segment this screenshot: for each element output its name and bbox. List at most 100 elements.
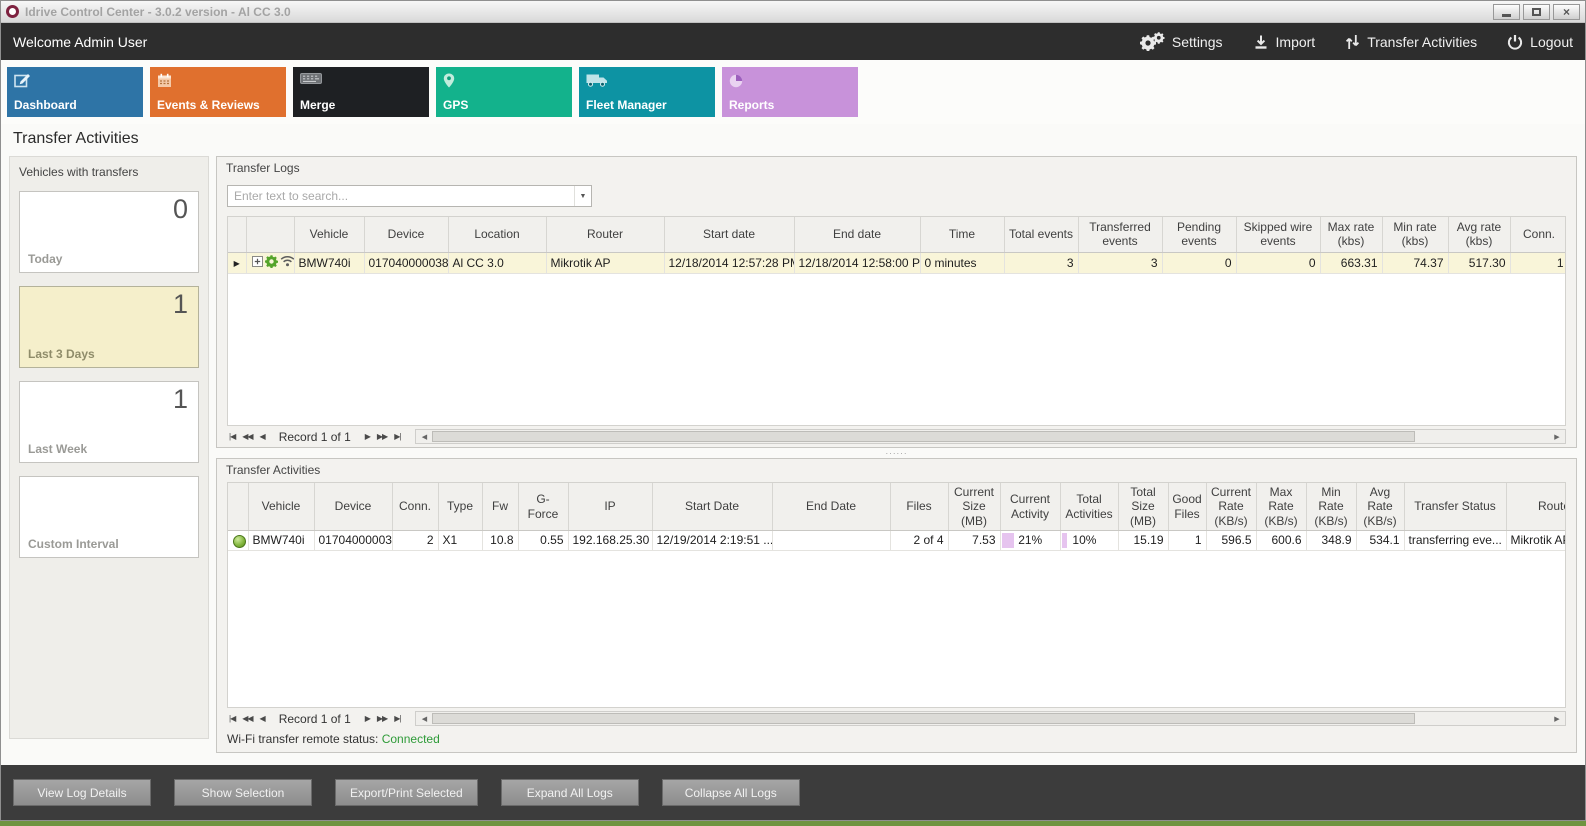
column-header-device[interactable]: Device [364,217,448,252]
close-button[interactable]: × [1553,4,1580,20]
progress-text: 21% [1018,533,1042,547]
row-icons[interactable] [246,252,294,273]
column-header-good-files[interactable]: Good Files [1168,483,1206,531]
nav-tile-gps[interactable]: GPS [436,67,572,117]
scroll-left-icon[interactable]: ◀ [416,433,432,441]
first-page-button[interactable]: |◀ [227,432,237,441]
search-combo[interactable]: ▼ [227,185,592,207]
scrollbar-track[interactable] [432,712,1549,725]
next-page-button[interactable]: ▶▶ [375,432,389,441]
row-expander[interactable]: ▶ [228,252,246,273]
transfer-activities-grid: VehicleDeviceConn.TypeFwG-ForceIPStart D… [227,482,1566,708]
last-page-button[interactable]: ▶| [392,714,402,723]
import-button[interactable]: Import [1253,34,1316,50]
column-header-files[interactable]: Files [890,483,948,531]
scroll-left-icon[interactable]: ◀ [416,715,432,723]
column-header-transfer-status[interactable]: Transfer Status [1404,483,1506,531]
column-header-end-date[interactable]: End date [794,217,920,252]
column-header-router[interactable]: Router [1506,483,1566,531]
cell-device: 017040000038 [314,531,392,550]
column-header-vehicle[interactable]: Vehicle [248,483,314,531]
column-header-end-date[interactable]: End Date [772,483,890,531]
export-print-selected-button[interactable]: Export/Print Selected [335,779,478,806]
search-row: ▼ [217,178,1576,216]
filter-card-today[interactable]: 0Today [19,191,199,273]
expand-row-icon[interactable] [252,256,263,270]
column-header-avg-rate-kb-s[interactable]: Avg Rate (KB/s) [1356,483,1404,531]
column-header-avg-rate-kbs[interactable]: Avg rate (kbs) [1448,217,1510,252]
scrollbar-thumb[interactable] [432,713,1415,724]
show-selection-button[interactable]: Show Selection [174,779,312,806]
column-header-conn[interactable]: Conn. [1510,217,1566,252]
column-header-g-force[interactable]: G-Force [518,483,568,531]
first-page-button[interactable]: |◀ [227,714,237,723]
nav-tile-events-reviews[interactable]: Events & Reviews [150,67,286,117]
column-header-transferred-events[interactable]: Transferred events [1078,217,1162,252]
column-header-pending-events[interactable]: Pending events [1162,217,1236,252]
titlebar: Idrive Control Center - 3.0.2 version - … [1,1,1585,23]
prev-record-button[interactable]: ◀ [258,432,267,441]
scroll-right-icon[interactable]: ▶ [1549,433,1565,441]
column-header-type[interactable]: Type [438,483,482,531]
column-header-device[interactable]: Device [314,483,392,531]
logout-button[interactable]: Logout [1507,34,1573,50]
nav-tile-dashboard[interactable]: Dashboard [7,67,143,117]
maximize-button[interactable] [1523,4,1550,20]
column-header-min-rate-kb-s[interactable]: Min Rate (KB/s) [1306,483,1356,531]
column-header-location[interactable]: Location [448,217,546,252]
gear-icon [265,255,278,271]
prev-page-button[interactable]: ◀◀ [240,432,254,441]
column-header-current-activity[interactable]: Current Activity [1000,483,1060,531]
column-header-current-rate-kb-s[interactable]: Current Rate (KB/s) [1206,483,1256,531]
column-header-ip[interactable]: IP [568,483,652,531]
prev-record-button[interactable]: ◀ [258,714,267,723]
column-header-max-rate-kb-s[interactable]: Max Rate (KB/s) [1256,483,1306,531]
dropdown-arrow-icon[interactable]: ▼ [574,186,591,206]
column-header-start-date[interactable]: Start date [664,217,794,252]
filter-card-last-3-days[interactable]: 1Last 3 Days [19,286,199,368]
next-page-button[interactable]: ▶▶ [375,714,389,723]
transfer-activities-button[interactable]: Transfer Activities [1345,34,1477,50]
view-log-details-button[interactable]: View Log Details [13,779,151,806]
prev-page-button[interactable]: ◀◀ [240,714,254,723]
column-header-conn[interactable]: Conn. [392,483,438,531]
column-header-skipped-wire-events[interactable]: Skipped wire events [1236,217,1320,252]
filter-card-custom-interval[interactable]: Custom Interval [19,476,199,558]
nav-tile-merge[interactable]: Merge [293,67,429,117]
next-record-button[interactable]: ▶ [363,432,372,441]
column-header-total-size-mb[interactable]: Total Size (MB) [1118,483,1168,531]
last-page-button[interactable]: ▶| [392,432,402,441]
collapse-all-logs-button[interactable]: Collapse All Logs [662,779,800,806]
column-header-start-date[interactable]: Start Date [652,483,772,531]
column-header-total-events[interactable]: Total events [1004,217,1078,252]
cell-router: Mikrotik AP [546,252,664,273]
column-header-time[interactable]: Time [920,217,1004,252]
scrollbar-track[interactable] [432,430,1549,443]
activities-horizontal-scrollbar[interactable]: ◀ ▶ [415,711,1566,726]
close-icon: × [1563,6,1570,18]
sidebar-title: Vehicles with transfers [19,165,199,179]
expand-all-logs-button[interactable]: Expand All Logs [501,779,639,806]
minimize-button[interactable] [1493,4,1520,20]
row-status [228,531,248,550]
table-row[interactable]: BMW740i0170400000382X110.80.55192.168.25… [228,531,1566,550]
column-header-current-size-mb[interactable]: Current Size (MB) [948,483,1000,531]
table-row[interactable]: ▶BMW740i017040000038Al CC 3.0Mikrotik AP… [228,252,1566,273]
nav-tile-reports[interactable]: Reports [722,67,858,117]
panel-splitter[interactable]: ······ [216,448,1577,458]
scrollbar-thumb[interactable] [432,431,1415,442]
column-header-max-rate-kbs[interactable]: Max rate (kbs) [1320,217,1382,252]
column-header-total-activities[interactable]: Total Activities [1060,483,1118,531]
search-input[interactable] [228,189,574,203]
nav-tile-fleet-manager[interactable]: Fleet Manager [579,67,715,117]
filter-card-last-week[interactable]: 1Last Week [19,381,199,463]
column-header-fw[interactable]: Fw [482,483,518,531]
column-header-vehicle[interactable]: Vehicle [294,217,364,252]
settings-button[interactable]: Settings [1140,32,1223,51]
scroll-right-icon[interactable]: ▶ [1549,715,1565,723]
logs-horizontal-scrollbar[interactable]: ◀ ▶ [415,429,1566,444]
column-header-router[interactable]: Router [546,217,664,252]
next-record-button[interactable]: ▶ [363,714,372,723]
window-controls: × [1493,4,1580,20]
column-header-min-rate-kbs[interactable]: Min rate (kbs) [1382,217,1448,252]
